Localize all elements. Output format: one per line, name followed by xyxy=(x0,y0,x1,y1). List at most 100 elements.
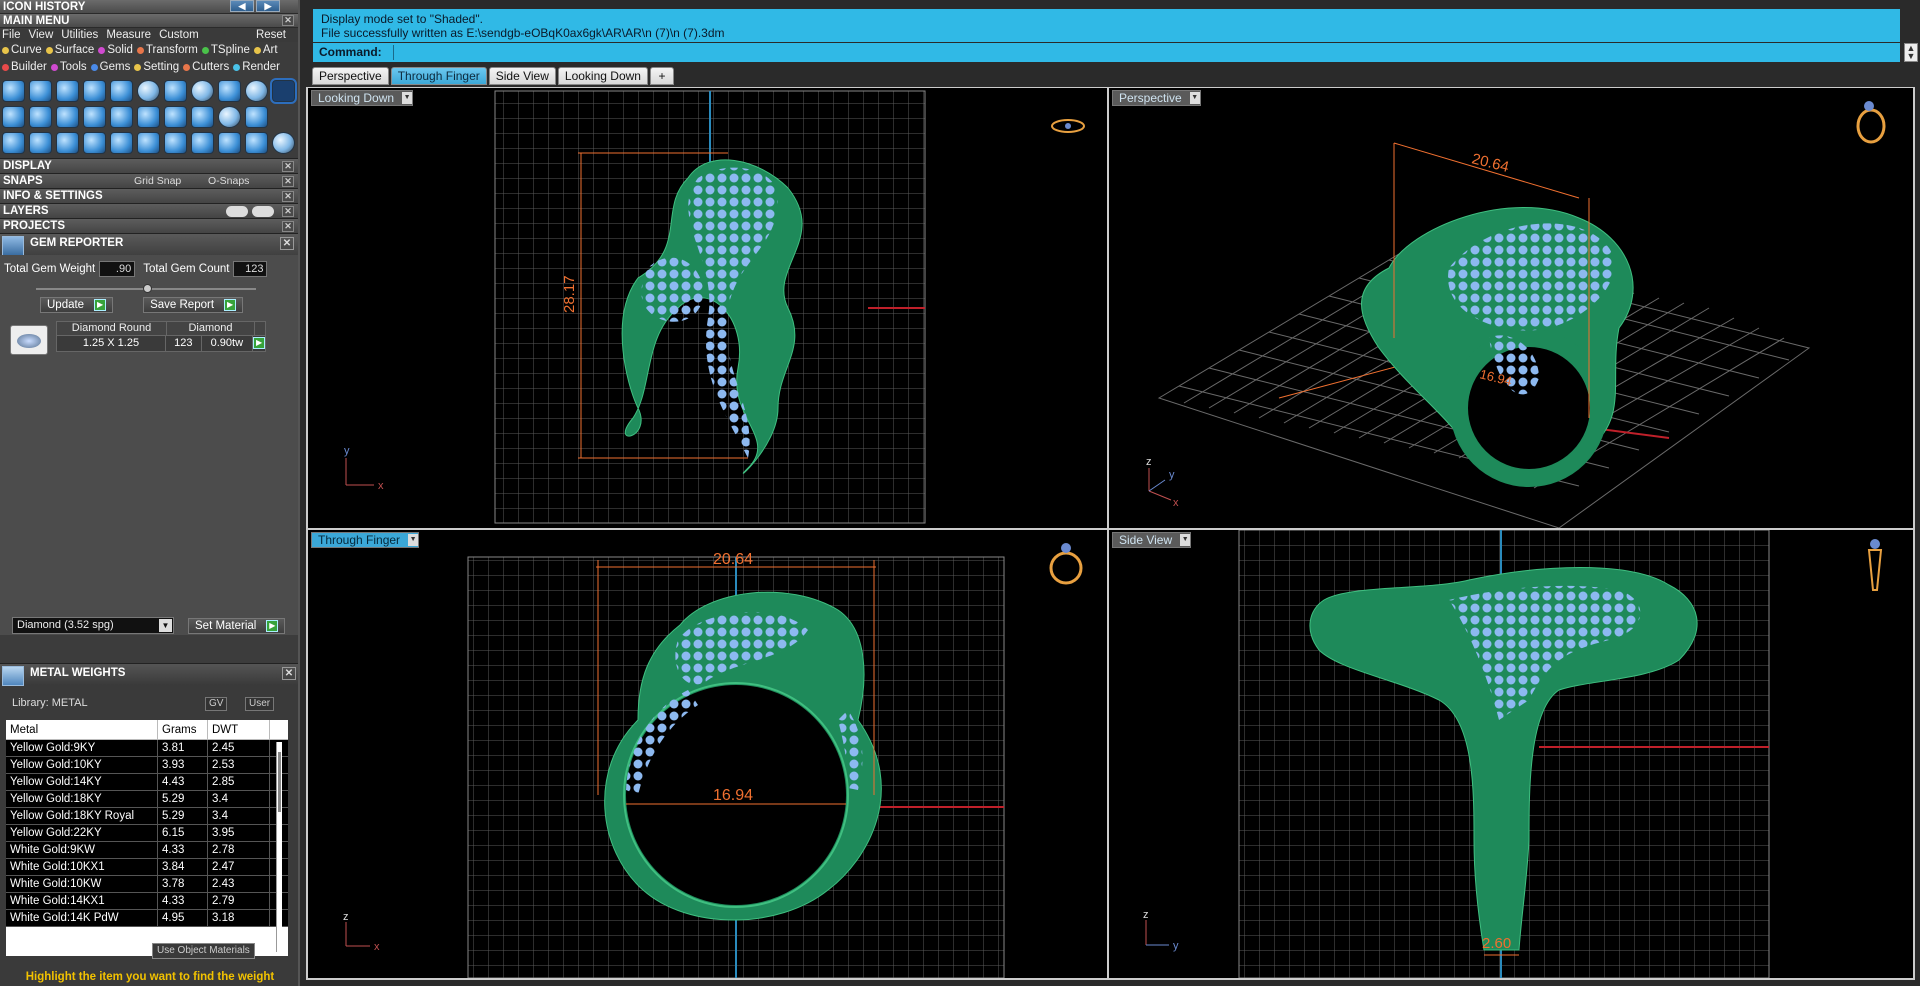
document-icon[interactable] xyxy=(110,106,133,128)
viewport-through-finger[interactable]: Through Finger ▼ 20.64 16.94 zx xyxy=(308,530,1107,978)
history-back-icon[interactable]: ◀ xyxy=(230,0,254,12)
array-tool-icon[interactable] xyxy=(245,106,268,128)
chevron-down-icon[interactable]: ▼ xyxy=(1189,92,1200,104)
bend-tool-icon[interactable] xyxy=(56,132,79,154)
chevron-down-icon[interactable]: ▼ xyxy=(1180,534,1191,546)
profile-tool-icon[interactable] xyxy=(2,106,25,128)
layers-section[interactable]: LAYERS ✕ xyxy=(0,203,298,218)
row-select-icon[interactable]: ▶ xyxy=(253,337,265,349)
metal-table-scrollbar[interactable] xyxy=(276,742,282,952)
chevron-down-icon[interactable]: ▼ xyxy=(159,619,172,632)
bezel-tool-icon[interactable] xyxy=(191,80,214,102)
gem-tool-icon[interactable] xyxy=(110,80,133,102)
menu-measure[interactable]: Measure xyxy=(106,28,151,42)
viewport-label[interactable]: Looking Down ▼ xyxy=(311,90,414,106)
chevron-down-icon[interactable]: ▼ xyxy=(402,92,413,104)
ring-side-icon[interactable] xyxy=(1867,539,1883,591)
table-row[interactable]: Yellow Gold:9KY 3.81 2.45 xyxy=(6,740,288,757)
arc-tool-icon[interactable] xyxy=(29,80,52,102)
layer-visibility-icon[interactable] xyxy=(226,206,248,217)
pave-tool-icon[interactable] xyxy=(164,80,187,102)
twist-tool-icon[interactable] xyxy=(164,132,187,154)
close-icon[interactable]: ✕ xyxy=(282,191,294,202)
table-row[interactable]: Yellow Gold:10KY 3.93 2.53 xyxy=(6,757,288,774)
category-art[interactable]: Art xyxy=(253,42,278,59)
material-select[interactable]: Diamond (3.52 spg) ▼ xyxy=(12,617,174,634)
close-icon[interactable]: ✕ xyxy=(282,15,294,26)
chevron-down-icon[interactable]: ▼ xyxy=(408,534,419,546)
close-icon[interactable]: ✕ xyxy=(282,206,294,217)
table-row[interactable]: White Gold:14K PdW 4.95 3.18 xyxy=(6,910,288,927)
update-button[interactable]: Update ▶ xyxy=(40,297,114,313)
table-row[interactable]: Yellow Gold:22KY 6.15 3.95 xyxy=(6,825,288,842)
rotate-icon[interactable] xyxy=(29,132,52,154)
tab-looking-down[interactable]: Looking Down xyxy=(557,67,648,85)
align-tool-icon[interactable] xyxy=(218,132,241,154)
viewport-label[interactable]: Side View ▼ xyxy=(1112,532,1192,548)
viewport-perspective[interactable]: Perspective ▼ 20.64 16.94 zyx xyxy=(1109,88,1913,528)
display-section[interactable]: DISPLAY ✕ xyxy=(0,158,298,173)
set-material-button[interactable]: Set Material ▶ xyxy=(188,617,286,634)
grid-snap-toggle[interactable]: Grid Snap xyxy=(134,174,181,189)
viewport-looking-down[interactable]: Looking Down ▼ 28.17 yx xyxy=(308,88,1107,528)
category-cutters[interactable]: Cutters xyxy=(183,59,229,76)
category-solid[interactable]: Solid xyxy=(98,42,133,59)
gem-slider[interactable] xyxy=(36,284,256,293)
table-row[interactable]: White Gold:14KX1 4.33 2.79 xyxy=(6,893,288,910)
add-tab-button[interactable]: + xyxy=(649,67,674,85)
close-icon[interactable]: ✕ xyxy=(282,667,296,680)
diamond-icon[interactable] xyxy=(29,106,52,128)
table-row[interactable]: White Gold:9KW 4.33 2.78 xyxy=(6,842,288,859)
mirror-tool-icon[interactable] xyxy=(137,132,160,154)
eye-icon[interactable] xyxy=(252,206,274,217)
close-icon[interactable]: ✕ xyxy=(282,161,294,172)
ring-front-icon[interactable] xyxy=(1049,543,1083,585)
surface-tool-icon[interactable] xyxy=(83,80,106,102)
split-tool-icon[interactable] xyxy=(137,106,160,128)
user-toggle[interactable]: User xyxy=(245,697,275,711)
category-curve[interactable]: Curve xyxy=(2,42,42,59)
snaps-section[interactable]: SNAPS Grid Snap O-Snaps ✕ xyxy=(0,173,298,188)
category-tools[interactable]: Tools xyxy=(50,59,87,76)
tab-through-finger[interactable]: Through Finger xyxy=(390,67,487,85)
table-row[interactable]: White Gold:10KW 3.78 2.43 xyxy=(6,876,288,893)
ring-builder-icon[interactable] xyxy=(56,80,79,102)
flow-tool-icon[interactable] xyxy=(83,106,106,128)
info-settings-section[interactable]: INFO & SETTINGS ✕ xyxy=(0,188,298,203)
grid-tool-icon[interactable] xyxy=(2,132,25,154)
close-icon[interactable]: ✕ xyxy=(280,237,294,250)
gear-icon[interactable] xyxy=(218,106,241,128)
category-transform[interactable]: Transform xyxy=(136,42,198,59)
category-tspline[interactable]: TSpline xyxy=(201,42,250,59)
icon-history-header[interactable]: ICON HISTORY ◀ ▶ xyxy=(0,0,298,14)
table-row[interactable]: Yellow Gold:18KY 5.29 3.4 xyxy=(6,791,288,808)
reset-button[interactable]: Reset xyxy=(256,28,286,42)
gv-toggle[interactable]: GV xyxy=(205,697,228,711)
viewport-label[interactable]: Perspective ▼ xyxy=(1112,90,1201,106)
cluster-tool-icon[interactable] xyxy=(137,80,160,102)
o-snaps-toggle[interactable]: O-Snaps xyxy=(208,174,249,189)
copy-tool-icon[interactable] xyxy=(191,132,214,154)
category-setting[interactable]: Setting xyxy=(134,59,179,76)
command-scroll-icon[interactable]: ▲ ▼ xyxy=(1904,43,1918,62)
curve-tool-icon[interactable] xyxy=(2,80,25,102)
selected-tool-icon[interactable] xyxy=(270,78,297,104)
ring-perspective-icon[interactable] xyxy=(1856,101,1886,144)
category-surface[interactable]: Surface xyxy=(45,42,94,59)
gem-table-row[interactable]: 1.25 X 1.25 123 0.90tw ▶ xyxy=(56,336,266,352)
scrollbar-thumb[interactable] xyxy=(278,752,281,812)
projects-section[interactable]: PROJECTS ✕ xyxy=(0,218,298,233)
category-render[interactable]: Render xyxy=(233,59,280,76)
cutter-tool-icon[interactable] xyxy=(191,106,214,128)
menu-custom[interactable]: Custom xyxy=(159,28,199,42)
tab-side-view[interactable]: Side View xyxy=(488,67,556,85)
viewport-label[interactable]: Through Finger ▼ xyxy=(311,532,420,548)
table-row[interactable]: White Gold:10KX1 3.84 2.47 xyxy=(6,859,288,876)
save-report-button[interactable]: Save Report ▶ xyxy=(143,297,244,313)
close-icon[interactable]: ✕ xyxy=(282,176,294,187)
render-camera-icon[interactable] xyxy=(218,80,241,102)
category-builder[interactable]: Builder xyxy=(2,59,47,76)
prong-tool-icon[interactable] xyxy=(164,106,187,128)
command-line[interactable]: Command: xyxy=(313,43,1900,62)
command-input[interactable] xyxy=(393,45,1900,60)
